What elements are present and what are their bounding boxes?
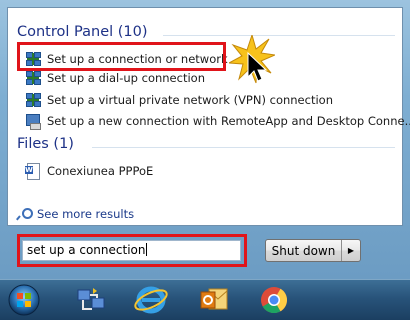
- shutdown-button-group: Shut down ▶: [265, 239, 361, 262]
- network-setup-icon: [25, 51, 41, 67]
- outlook-icon[interactable]: [196, 283, 232, 317]
- shutdown-label: Shut down: [271, 243, 336, 258]
- network-connections-icon[interactable]: [73, 283, 109, 317]
- start-menu: Control Panel (10) Set up a connection o…: [0, 0, 410, 279]
- text-caret: [146, 243, 148, 256]
- click-burst-cursor-icon: [229, 35, 275, 84]
- search-input-text: set up a connection: [27, 243, 146, 257]
- result-label: Set up a virtual private network (VPN) c…: [47, 92, 333, 107]
- chrome-icon[interactable]: [256, 283, 292, 317]
- search-input[interactable]: set up a connection: [22, 240, 241, 261]
- control-panel-header[interactable]: Control Panel (10): [17, 24, 148, 40]
- taskbar: [0, 279, 410, 320]
- files-header[interactable]: Files (1): [17, 136, 74, 152]
- result-setup-dialup[interactable]: Set up a dial-up connection: [25, 69, 205, 86]
- result-setup-remoteapp[interactable]: Set up a new connection with RemoteApp a…: [25, 112, 410, 130]
- result-label: Set up a new connection with RemoteApp a…: [47, 113, 410, 128]
- see-more-results-link[interactable]: See more results: [16, 207, 135, 221]
- result-label: Set up a connection or network: [47, 51, 228, 66]
- result-setup-connection-network[interactable]: Set up a connection or network: [25, 50, 228, 67]
- search-results-pane: Control Panel (10) Set up a connection o…: [7, 7, 410, 226]
- see-more-label: See more results: [37, 207, 135, 221]
- start-orb-icon[interactable]: [6, 283, 42, 317]
- section-divider: [92, 147, 395, 148]
- section-divider: [163, 35, 395, 36]
- word-document-icon: W: [25, 162, 41, 180]
- result-label: Set up a dial-up connection: [47, 70, 205, 85]
- internet-explorer-icon[interactable]: [133, 283, 169, 317]
- network-setup-icon: [25, 70, 41, 86]
- shutdown-options-arrow-icon[interactable]: ▶: [342, 240, 360, 261]
- result-label: Conexiunea PPPoE: [47, 163, 154, 178]
- search-icon: [16, 207, 33, 221]
- remoteapp-icon: [25, 113, 41, 130]
- result-file-conexiunea[interactable]: W Conexiunea PPPoE: [25, 162, 154, 180]
- result-setup-vpn[interactable]: Set up a virtual private network (VPN) c…: [25, 91, 333, 108]
- network-setup-icon: [25, 92, 41, 108]
- shutdown-button[interactable]: Shut down: [266, 240, 342, 261]
